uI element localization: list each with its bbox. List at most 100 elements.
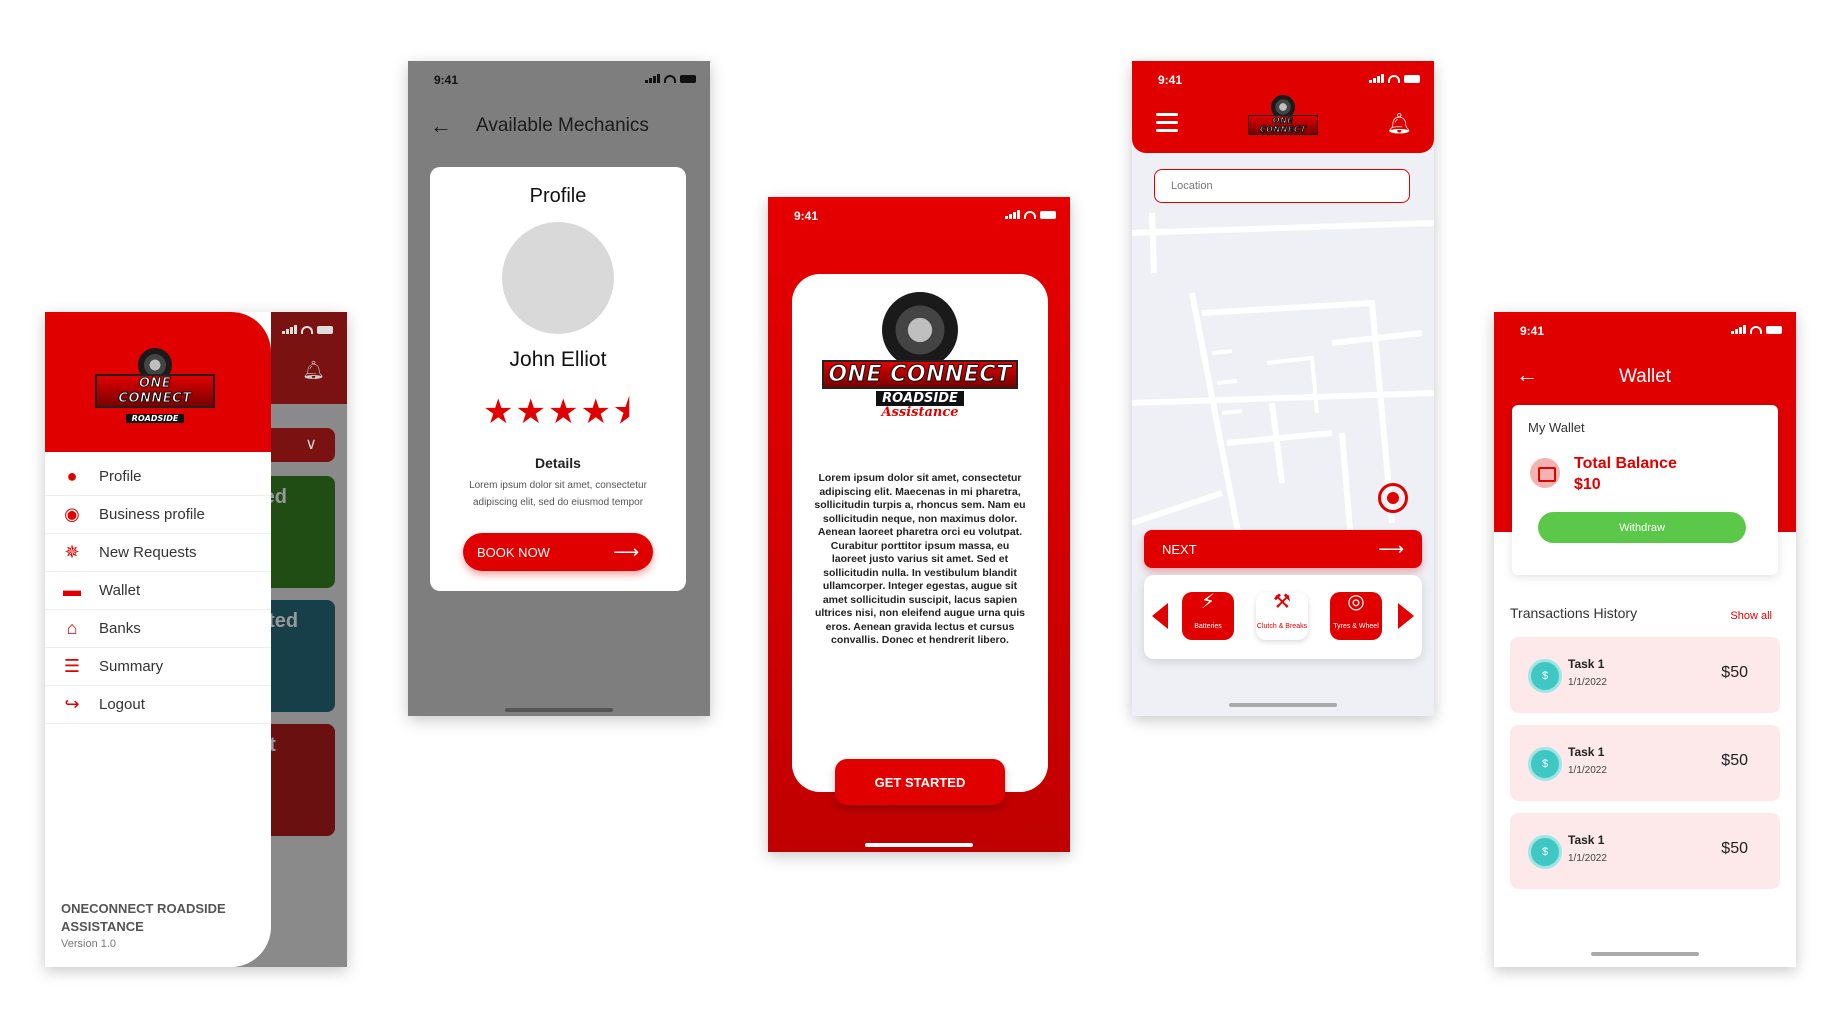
half-star-icon: ⯨ [612, 393, 633, 431]
service-carousel: ⚡ Batteries ⚒ Clutch & Breaks ◎ Tyres & … [1144, 575, 1422, 659]
page-title: Wallet [1618, 366, 1672, 387]
page-title: Available Mechanics [476, 115, 649, 136]
back-arrow-icon[interactable]: ← [430, 113, 452, 139]
transaction-date: 1/1/2022 [1568, 765, 1607, 776]
service-tyres-wheel[interactable]: ◎ Tyres & Wheel [1330, 592, 1382, 640]
hamburger-menu-icon[interactable] [1156, 113, 1178, 137]
next-button[interactable]: NEXT ⟶ [1144, 530, 1422, 568]
transaction-amount: $50 [1721, 752, 1748, 769]
bell-icon[interactable]: 🔔︎ [302, 360, 325, 381]
star-icon: ★ [580, 393, 613, 431]
total-balance-value: $10 [1574, 476, 1601, 493]
show-all-link[interactable]: Show all [1730, 610, 1772, 622]
menu-item-new-requests[interactable]: ✵ New Requests [45, 534, 271, 572]
spinner-icon: ✵ [64, 542, 80, 562]
tyre-icon: ◎ [1347, 591, 1365, 613]
profile-modal: Profile John Elliot ★★★★⯨ Details Lorem … [430, 167, 686, 591]
signal-icon [1005, 210, 1020, 219]
carousel-prev-icon[interactable] [1152, 603, 1168, 629]
home-indicator [1591, 952, 1699, 956]
splash-phone: 9:41 ONE CONNECT ROADSIDE Assistance Lor… [768, 197, 1070, 852]
status-time: 9:41 [1520, 324, 1545, 338]
menu-list: ● Profile ◉ Business profile ✵ New Requests… [45, 452, 271, 724]
service-batteries[interactable]: ⚡ Batteries [1182, 592, 1234, 640]
wifi-icon [301, 326, 313, 334]
wallet-icon: ▬ [63, 580, 81, 600]
locate-me-icon[interactable] [1378, 483, 1408, 513]
next-label: NEXT [1162, 541, 1197, 557]
menu-item-banks[interactable]: ⌂ Banks [45, 610, 271, 648]
wifi-icon [1388, 75, 1400, 83]
document-icon: ☰ [63, 656, 81, 676]
location-input[interactable]: Location [1154, 169, 1410, 203]
menu-item-logout[interactable]: ↪ Logout [45, 686, 271, 724]
menu-label: Wallet [99, 582, 141, 599]
battery-status-icon [317, 326, 333, 334]
battery-status-icon [1766, 326, 1782, 334]
service-label: Clutch & Breaks [1256, 623, 1308, 630]
nav-bar: ← Available Mechanics [430, 113, 649, 139]
menu-item-summary[interactable]: ☰ Summary [45, 648, 271, 686]
logo-line1: ONE CONNECT [1248, 115, 1318, 135]
logo-line2: ROADSIDE [876, 391, 964, 406]
transaction-row[interactable]: $ Task 1 1/1/2022 $50 [1510, 813, 1780, 889]
mechanics-phone: 9:41 ← Available Mechanics Profile John … [408, 61, 710, 716]
wifi-icon [1750, 326, 1762, 334]
arrow-right-icon: ⟶ [1378, 538, 1404, 559]
carousel-next-icon[interactable] [1398, 603, 1414, 629]
star-icon: ★ [547, 393, 581, 431]
menu-label: Summary [99, 658, 164, 675]
signal-icon [282, 325, 297, 334]
transaction-row[interactable]: $ Task 1 1/1/2022 $50 [1510, 725, 1780, 801]
withdraw-button[interactable]: Withdraw [1538, 512, 1746, 543]
status-time: 9:41 [1158, 73, 1183, 87]
mechanic-name: John Elliot [509, 348, 607, 371]
get-started-button[interactable]: GET STARTED [835, 759, 1005, 805]
battery-status-icon [680, 75, 696, 83]
logo-line1: ONE CONNECT [95, 374, 215, 408]
wifi-icon [664, 75, 676, 83]
battery-status-icon [1404, 75, 1420, 83]
status-time: 9:41 [794, 209, 819, 223]
book-now-button[interactable]: BOOK NOW ⟶ [463, 533, 653, 571]
tire-icon [882, 292, 958, 368]
home-indicator [1229, 703, 1337, 707]
avatar [502, 222, 614, 334]
book-now-label: BOOK NOW [477, 544, 550, 560]
app-showcase: 🔔︎ ∨ ted ated nt ONE CONNECT ROADSIDE ●P… [0, 0, 1834, 1024]
map-phone: 9:41 ONE CONNECT 🔔︎ Location NEXT ⟶ ⚡ Ba… [1132, 61, 1434, 716]
transaction-name: Task 1 [1568, 833, 1605, 847]
transaction-date: 1/1/2022 [1568, 677, 1607, 688]
logo-line1: ONE CONNECT [822, 360, 1018, 389]
status-time: 9:41 [434, 73, 459, 87]
app-logo: ONE CONNECT ROADSIDE [95, 348, 215, 426]
signal-icon [1731, 325, 1746, 334]
transaction-date: 1/1/2022 [1568, 853, 1607, 864]
splash-card: ONE CONNECT ROADSIDE Assistance Lorem ip… [792, 274, 1048, 792]
details-text: Lorem ipsum dolor sit amet, consectetur … [469, 480, 647, 508]
wallet-card: My Wallet Total Balance $10 Withdraw [1512, 405, 1778, 575]
menu-item-business-profile[interactable]: ◉ Business profile [45, 496, 271, 534]
battery-icon: ⚡ [1200, 591, 1216, 613]
total-balance-label: Total Balance [1574, 455, 1677, 472]
transaction-name: Task 1 [1568, 657, 1605, 671]
transaction-row[interactable]: $ Task 1 1/1/2022 $50 [1510, 637, 1780, 713]
wrench-icon: ⚒ [1273, 591, 1291, 613]
service-label: Batteries [1194, 623, 1222, 630]
bell-icon[interactable]: 🔔︎ [1387, 111, 1412, 136]
menu-item-wallet[interactable]: ▬ Wallet [45, 572, 271, 610]
menu-item-profile[interactable]: ● Profile [45, 458, 271, 496]
dollar-coin-icon: $ [1528, 659, 1562, 693]
status-bar: 9:41 [768, 197, 1070, 233]
home-indicator [505, 708, 613, 712]
status-icons [1369, 74, 1420, 83]
total-balance: Total Balance $10 [1574, 453, 1677, 495]
star-rating: ★★★★⯨ [430, 388, 686, 445]
service-clutch-breaks[interactable]: ⚒ Clutch & Breaks [1256, 592, 1308, 640]
menu-label: New Requests [99, 544, 197, 561]
star-icon: ★ [483, 393, 516, 431]
app-header: 9:41 ONE CONNECT 🔔︎ [1132, 61, 1434, 153]
service-label: Tyres & Wheel [1333, 623, 1379, 630]
app-logo: ONE CONNECT [1248, 95, 1318, 137]
status-icons [282, 325, 333, 334]
